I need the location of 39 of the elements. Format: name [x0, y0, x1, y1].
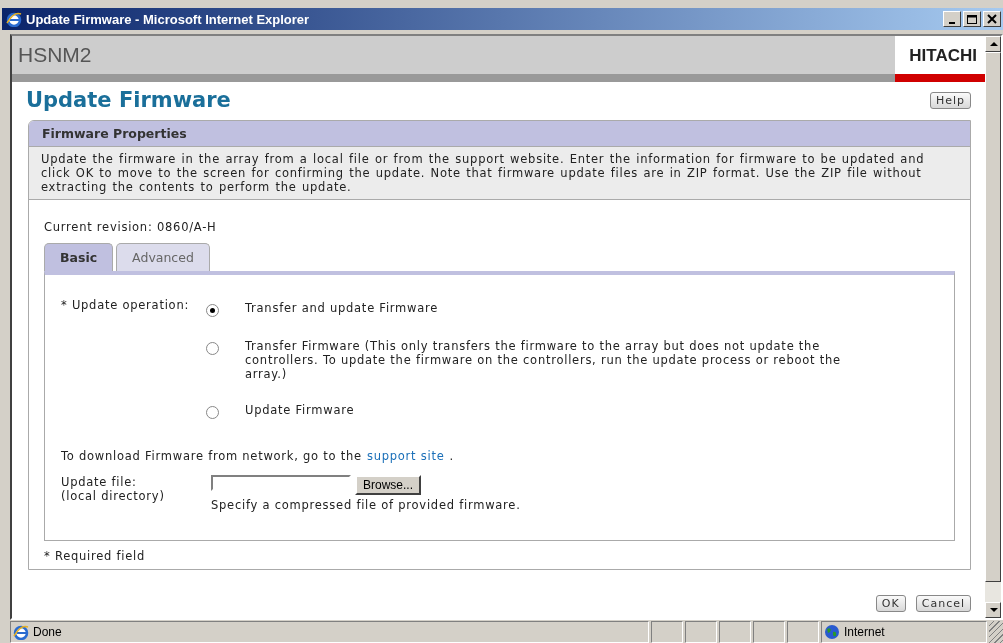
field-label: (local directory) [61, 489, 166, 503]
resize-grip-icon [989, 621, 1003, 643]
radio-button[interactable] [206, 342, 219, 355]
period-text: . [449, 449, 454, 463]
download-text: To download Firmware from network, go to the [61, 449, 362, 463]
radio-button[interactable] [206, 406, 219, 419]
page-icon [13, 624, 29, 640]
page-title: Update Firmware [26, 88, 231, 112]
panel-description: Update the firmware in the array from a local file or from the support website. Enter the information for firmware to be updated and click OK to move to the screen for confirming the update. Note that firmware update files are in ZIP format. Use the ZIP file without extracting the contents to perform the update. [29, 147, 970, 200]
radio-button[interactable] [206, 304, 219, 317]
maximize-icon [967, 14, 977, 24]
globe-icon [824, 624, 840, 640]
minimize-button[interactable] [943, 11, 961, 27]
window-title: Update Firmware - Microsoft Internet Explorer [26, 11, 311, 27]
brand-logo: HITACHI [895, 36, 985, 82]
minimize-icon [949, 21, 955, 24]
tab[interactable]: Basic [44, 243, 114, 271]
cancel-button[interactable]: Cancel [915, 595, 971, 612]
status-text: Done [33, 625, 62, 639]
ok-button[interactable]: OK [875, 595, 906, 612]
close-icon [987, 14, 997, 24]
browser-icon [6, 11, 22, 27]
maximize-button[interactable] [963, 11, 981, 27]
support-link[interactable]: support site [366, 449, 445, 463]
close-button[interactable] [983, 11, 1001, 27]
field-label: * Update operation: [61, 297, 191, 314]
security-zone-text: Internet [844, 625, 885, 639]
current-revision: Current revision: 0860/A-H [44, 220, 218, 234]
option-label: Transfer and update Firmware [245, 300, 439, 315]
tab[interactable]: Advanced [116, 243, 210, 271]
option-label: Update Firmware [245, 402, 355, 417]
hint-text: Specify a compressed file of provided firmware. [211, 498, 521, 512]
option-label: Transfer Firmware (This only transfers the firmware to the array but does not update the controllers. To update the firmware on the controllers, run the update process or reboot the array.) [245, 338, 842, 381]
field-label: Update file: [61, 475, 138, 489]
browse-button[interactable]: Browse... [355, 475, 421, 495]
panel-header: Firmware Properties [29, 121, 970, 147]
product-name: HSNM2 [17, 42, 92, 68]
required-note: * Required field [44, 549, 147, 563]
help-button[interactable]: Help [929, 91, 971, 109]
